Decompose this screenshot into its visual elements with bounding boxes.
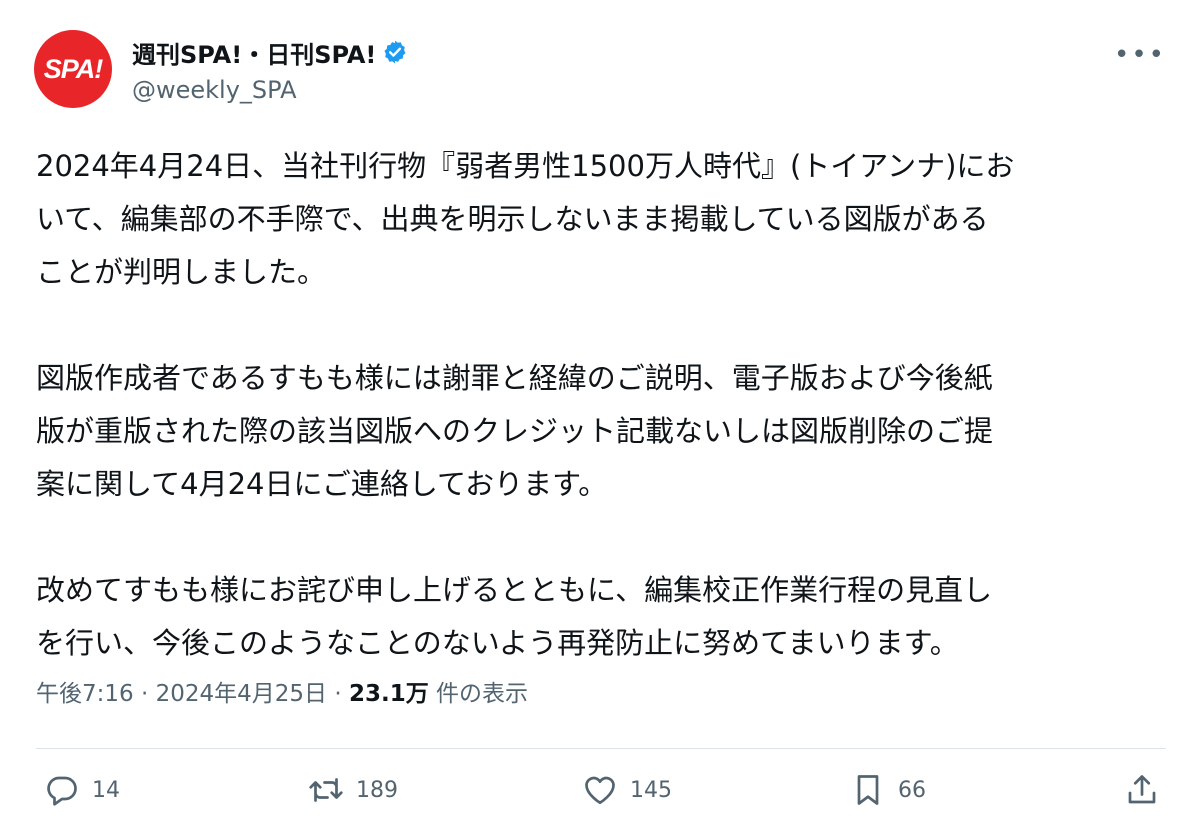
display-name[interactable]: 週刊SPA!・日刊SPA!	[132, 35, 376, 70]
author-names: 週刊SPA!・日刊SPA! @weekly_SPA	[132, 35, 408, 104]
tweet-paragraph: 図版作成者であるすもも様には謝罪と経緯のご説明、電子版および今後紙 版が重版され…	[36, 361, 994, 501]
retweet-button[interactable]: 189	[308, 772, 398, 808]
tweet-card: SPA! 週刊SPA!・日刊SPA! @weekly_SPA ••• 2024年…	[0, 0, 1196, 840]
share-icon	[1128, 775, 1156, 804]
divider	[36, 748, 1166, 749]
like-icon	[585, 776, 615, 805]
retweet-count: 189	[356, 777, 398, 803]
reply-icon	[47, 776, 77, 806]
tweet-header: SPA! 週刊SPA!・日刊SPA! @weekly_SPA	[34, 30, 408, 108]
more-options-icon[interactable]: •••	[1114, 42, 1166, 68]
bookmark-button[interactable]: 66	[850, 772, 926, 808]
meta-separator: ·	[140, 681, 149, 707]
meta-separator: ·	[334, 681, 342, 707]
tweet-text: 2024年4月24日、当社刊行物『弱者男性1500万人時代』(トイアンナ)にお …	[36, 140, 1166, 670]
avatar-logo-text: SPA!	[43, 53, 104, 84]
like-button[interactable]: 145	[582, 772, 672, 808]
like-count: 145	[630, 777, 672, 803]
bookmark-icon	[857, 775, 879, 805]
reply-button[interactable]: 14	[44, 772, 120, 808]
views-label: 件の表示	[436, 681, 529, 707]
reply-count: 14	[92, 777, 120, 803]
share-button[interactable]	[1124, 772, 1160, 808]
retweet-icon	[309, 778, 343, 802]
bookmark-count: 66	[898, 777, 926, 803]
action-bar: 14 189 145 66	[36, 772, 1160, 822]
avatar[interactable]: SPA!	[34, 30, 112, 108]
name-row: 週刊SPA!・日刊SPA!	[132, 35, 408, 70]
tweet-paragraph: 改めてすもも様にお詫び申し上げるとともに、編集校正作業行程の見直し を行い、今後…	[36, 573, 993, 660]
verified-badge-icon	[384, 40, 406, 64]
tweet-time[interactable]: 午後7:16	[36, 681, 134, 707]
tweet-meta: 午後7:16 · 2024年4月25日 · 23.1万 件の表示	[36, 674, 528, 708]
tweet-date[interactable]: 2024年4月25日	[156, 681, 327, 707]
handle[interactable]: @weekly_SPA	[132, 76, 408, 104]
views-count: 23.1万	[348, 681, 429, 707]
tweet-paragraph: 2024年4月24日、当社刊行物『弱者男性1500万人時代』(トイアンナ)にお …	[36, 149, 1015, 289]
